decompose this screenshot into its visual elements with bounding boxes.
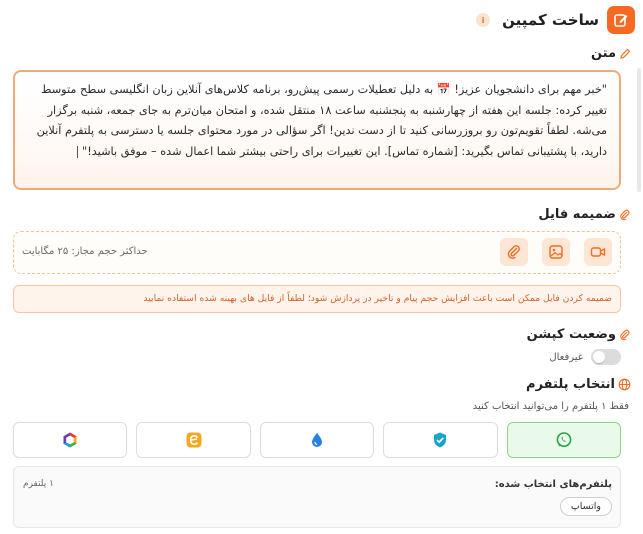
platform-card-drop[interactable] xyxy=(259,422,375,458)
image-icon xyxy=(549,245,563,259)
shield-check-icon xyxy=(434,432,447,448)
page-scrollbar[interactable] xyxy=(637,68,641,192)
page-title: ساخت کمپین xyxy=(502,11,599,29)
selected-platforms-count: ۱ پلتفرم xyxy=(23,479,54,489)
caption-toggle-label: غیرفعال xyxy=(549,351,583,363)
file-attach-button[interactable] xyxy=(500,238,528,266)
text-caret xyxy=(77,145,78,158)
platform-card-shield[interactable] xyxy=(383,422,498,458)
pencil-icon xyxy=(620,48,631,59)
rubika-icon xyxy=(63,432,77,448)
message-label: متن xyxy=(591,46,631,61)
eitaa-icon xyxy=(186,432,202,448)
drop-icon xyxy=(311,433,322,447)
whatsapp-icon xyxy=(556,432,572,448)
paperclip-icon xyxy=(507,245,520,259)
video-attach-button[interactable] xyxy=(584,238,612,266)
info-icon[interactable]: i xyxy=(476,13,491,27)
selected-platforms-title: پلتفرم‌های انتخاب شده: xyxy=(494,479,612,490)
globe-icon xyxy=(618,378,631,391)
caption-toggle-row: غیرفعال xyxy=(549,349,621,365)
caption-status-label: وضعیت کپشن xyxy=(527,327,631,342)
page-header: ساخت کمپین i xyxy=(476,6,635,34)
toggle-knob xyxy=(593,351,605,363)
platform-card-whatsapp[interactable] xyxy=(506,422,621,458)
caption-toggle[interactable] xyxy=(591,349,621,365)
platform-list xyxy=(12,422,621,458)
attachment-label: ضمیمه فایل xyxy=(538,207,631,222)
selected-platforms-box: پلتفرم‌های انتخاب شده: ۱ پلتفرم واتساپ xyxy=(13,466,621,528)
platform-select-label: انتخاب پلتفرم xyxy=(526,377,631,392)
platform-hint: فقط ۱ پلتفرم را می‌توانید انتخاب کنید xyxy=(472,401,629,412)
edit-square-icon xyxy=(607,6,635,34)
platform-card-rubika[interactable] xyxy=(12,422,128,458)
selected-platform-chip[interactable]: واتساپ xyxy=(559,497,612,516)
attachment-warning: ضمیمه کردن فایل ممکن است باعث افزایش حجم… xyxy=(13,285,621,313)
message-text: "خبر مهم برای دانشجویان عزیز! 📅 به دلیل … xyxy=(36,83,607,158)
paperclip-icon xyxy=(620,209,630,220)
attachment-dropzone[interactable]: حداکثر حجم مجاز: ۲۵ مگابایت xyxy=(13,231,621,274)
paperclip-icon xyxy=(620,329,630,340)
video-icon xyxy=(590,247,606,257)
max-size-hint: حداکثر حجم مجاز: ۲۵ مگابایت xyxy=(22,246,148,257)
campaign-page: ساخت کمپین i متن "خبر مهم برای دانشجویان… xyxy=(0,0,643,534)
image-attach-button[interactable] xyxy=(542,238,570,266)
platform-card-eitaa[interactable] xyxy=(136,422,251,458)
message-textarea[interactable]: "خبر مهم برای دانشجویان عزیز! 📅 به دلیل … xyxy=(13,70,621,190)
